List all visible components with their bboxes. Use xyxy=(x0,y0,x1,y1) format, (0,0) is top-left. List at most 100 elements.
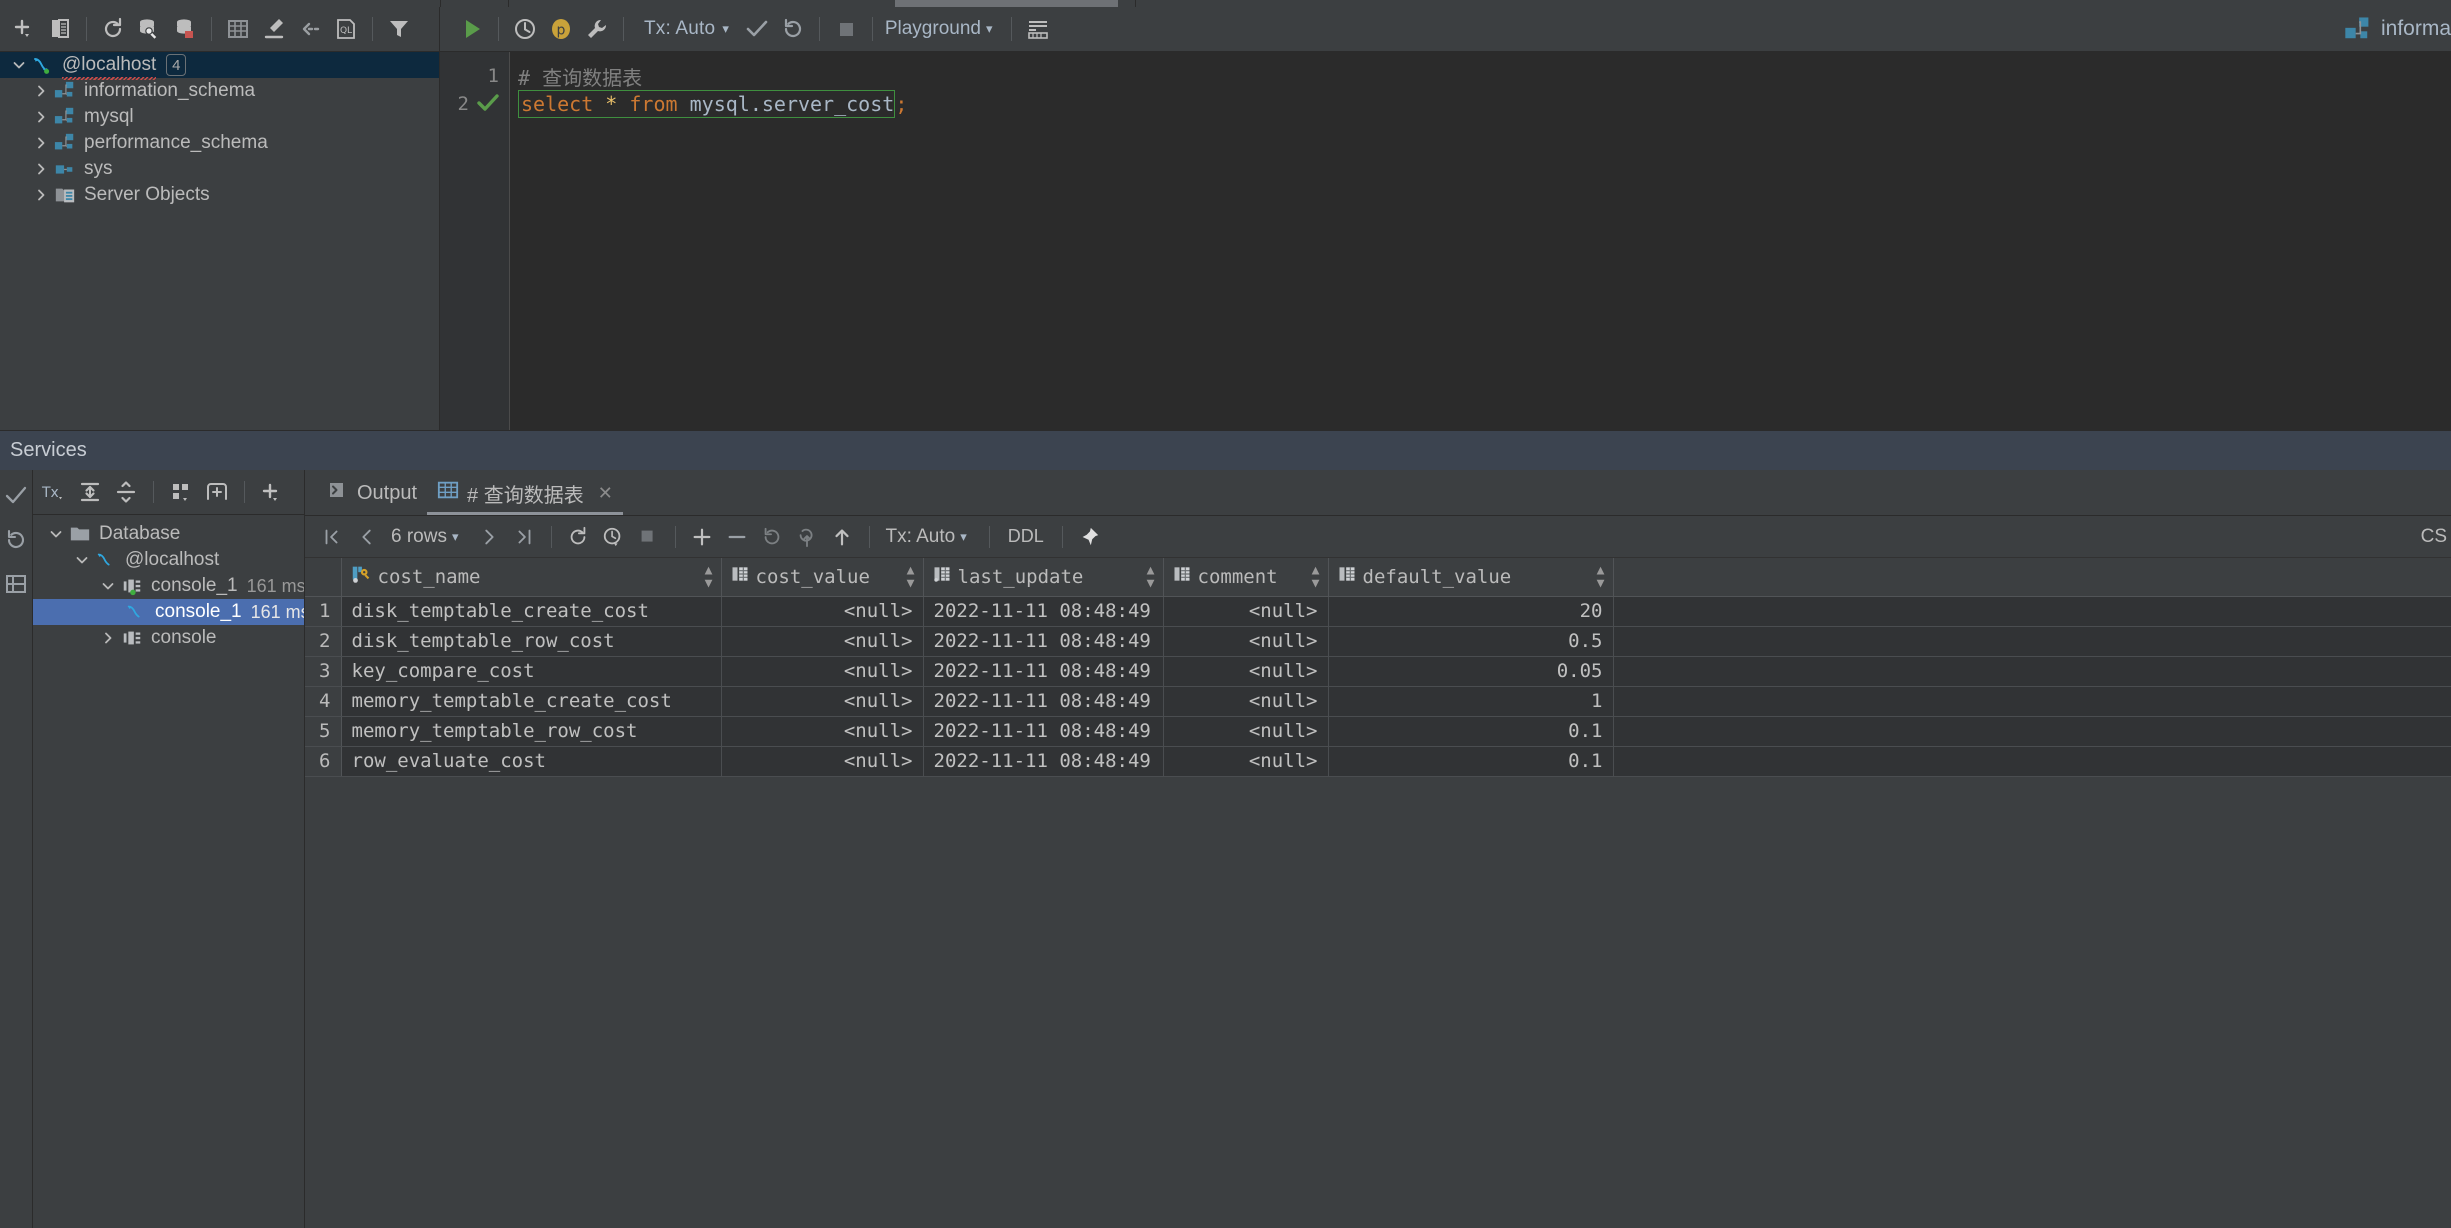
services-item-console[interactable]: console xyxy=(33,625,304,651)
jump-to-button[interactable] xyxy=(292,11,328,47)
services-item-database[interactable]: Database xyxy=(33,521,304,547)
pin-button[interactable] xyxy=(1073,520,1106,553)
output-format-button[interactable] xyxy=(1020,11,1056,47)
results-tx-selector[interactable]: Tx: Auto ▾ xyxy=(880,526,979,548)
tx-mode-button[interactable]: Tx xyxy=(37,475,71,509)
ddl-button[interactable]: DDL xyxy=(1000,526,1052,547)
cell-default-value[interactable]: 1 xyxy=(1328,686,1614,717)
table-row[interactable]: 5 memory_temptable_row_cost <null> 2022-… xyxy=(305,716,2451,747)
expand-all-button[interactable] xyxy=(73,475,107,509)
table-row[interactable]: 6 row_evaluate_cost <null> 2022-11-11 08… xyxy=(305,746,2451,777)
reload-button[interactable] xyxy=(562,520,595,553)
table-row[interactable]: 1 disk_temptable_create_cost <null> 2022… xyxy=(305,596,2451,627)
chevron-down-icon[interactable] xyxy=(71,552,93,568)
stop-button[interactable] xyxy=(828,11,864,47)
cell-cost-name[interactable]: row_evaluate_cost xyxy=(341,746,722,777)
cell-last-update[interactable]: 2022-11-11 08:48:49 xyxy=(923,686,1164,717)
add-new-button[interactable] xyxy=(6,11,42,47)
cell-default-value[interactable]: 0.5 xyxy=(1328,626,1614,657)
sort-indicator-icon[interactable]: ▲ ▼ xyxy=(705,564,713,590)
chevron-right-icon[interactable] xyxy=(30,135,52,151)
tree-item-performance-schema[interactable]: performance_schema xyxy=(0,130,439,156)
sort-indicator-icon[interactable]: ▲ ▼ xyxy=(1147,564,1155,590)
stop-results-button[interactable] xyxy=(632,520,665,553)
tree-item-server-objects[interactable]: Server Objects xyxy=(0,182,439,208)
cell-cost-value[interactable]: <null> xyxy=(721,746,924,777)
column-header-default-value[interactable]: default_value ▲ ▼ xyxy=(1328,558,1614,597)
cell-comment[interactable]: <null> xyxy=(1163,656,1329,687)
commit-rail-button[interactable] xyxy=(2,482,30,510)
group-by-button[interactable] xyxy=(164,475,198,509)
cell-default-value[interactable]: 0.1 xyxy=(1328,746,1614,777)
sql-editor[interactable]: 1 2 # 查询数据表 select * from mysql.server_c… xyxy=(440,52,2451,430)
last-page-button[interactable] xyxy=(508,520,541,553)
cell-last-update[interactable]: 2022-11-11 08:48:49 xyxy=(923,596,1164,627)
tree-item-localhost[interactable]: @localhost 4 xyxy=(0,52,439,80)
tx-mode-selector[interactable]: Tx: Auto ▾ xyxy=(632,12,739,46)
schema-selector[interactable]: Playground ▾ xyxy=(881,12,1003,46)
cell-cost-value[interactable]: <null> xyxy=(721,626,924,657)
sort-indicator-icon[interactable]: ▲ ▼ xyxy=(1597,564,1605,590)
cell-cost-value[interactable]: <null> xyxy=(721,716,924,747)
column-header-comment[interactable]: comment ▲ ▼ xyxy=(1163,558,1329,597)
rollback-button[interactable] xyxy=(775,11,811,47)
cell-default-value[interactable]: 0.1 xyxy=(1328,716,1614,747)
cell-cost-value[interactable]: <null> xyxy=(721,686,924,717)
query-time-button[interactable] xyxy=(597,520,630,553)
services-item-localhost[interactable]: @localhost xyxy=(33,547,304,573)
chevron-down-icon[interactable] xyxy=(8,57,30,73)
cell-cost-name[interactable]: memory_temptable_row_cost xyxy=(341,716,722,747)
next-page-button[interactable] xyxy=(473,520,506,553)
submit-button[interactable] xyxy=(826,520,859,553)
run-button[interactable] xyxy=(454,11,490,47)
profile-button[interactable]: p xyxy=(543,11,579,47)
results-grid-wrapper[interactable]: cost_name ▲ ▼ cost_value ▲ ▼ last_update… xyxy=(305,558,2451,1228)
cell-cost-name[interactable]: memory_temptable_create_cost xyxy=(341,686,722,717)
add-row-button[interactable] xyxy=(686,520,719,553)
editor-scroll-thumb[interactable] xyxy=(895,0,1118,7)
services-item-console-1[interactable]: console_1 161 ms xyxy=(33,599,304,625)
cell-last-update[interactable]: 2022-11-11 08:48:49 xyxy=(923,746,1164,777)
rollback-rail-button[interactable] xyxy=(2,526,30,554)
chevron-right-icon[interactable] xyxy=(30,83,52,99)
sort-indicator-icon[interactable]: ▲ ▼ xyxy=(907,564,915,590)
services-panel-header[interactable]: Services xyxy=(0,430,2451,470)
prev-page-button[interactable] xyxy=(350,520,383,553)
history-button[interactable] xyxy=(507,11,543,47)
results-grid[interactable]: cost_name ▲ ▼ cost_value ▲ ▼ last_update… xyxy=(305,558,2451,777)
layout-rail-button[interactable] xyxy=(2,570,30,598)
chevron-right-icon[interactable] xyxy=(30,109,52,125)
charset-label[interactable]: CS xyxy=(2421,526,2451,548)
commit-button[interactable] xyxy=(739,11,775,47)
chevron-down-icon[interactable] xyxy=(97,578,119,594)
table-row[interactable]: 2 disk_temptable_row_cost <null> 2022-11… xyxy=(305,626,2451,657)
cell-comment[interactable]: <null> xyxy=(1163,626,1329,657)
database-tools-button[interactable] xyxy=(131,11,167,47)
delete-row-button[interactable] xyxy=(721,520,754,553)
column-header-cost-name[interactable]: cost_name ▲ ▼ xyxy=(341,558,722,597)
tab-output[interactable]: Output xyxy=(319,471,427,515)
settings-button[interactable] xyxy=(579,11,615,47)
chevron-down-icon[interactable] xyxy=(45,526,67,542)
first-page-button[interactable] xyxy=(315,520,348,553)
close-icon[interactable]: ✕ xyxy=(598,483,613,504)
refresh-button[interactable] xyxy=(95,11,131,47)
cell-last-update[interactable]: 2022-11-11 08:48:49 xyxy=(923,626,1164,657)
column-header-cost-value[interactable]: cost_value ▲ ▼ xyxy=(721,558,924,597)
table-row[interactable]: 4 memory_temptable_create_cost <null> 20… xyxy=(305,686,2451,717)
query-console-button[interactable]: QL xyxy=(328,11,364,47)
cell-cost-value[interactable]: <null> xyxy=(721,656,924,687)
collapse-all-button[interactable] xyxy=(109,475,143,509)
cell-cost-name[interactable]: disk_temptable_row_cost xyxy=(341,626,722,657)
filter-button[interactable] xyxy=(381,11,417,47)
chevron-right-icon[interactable] xyxy=(30,187,52,203)
editor-code-area[interactable]: # 查询数据表 select * from mysql.server_cost; xyxy=(510,52,2451,430)
cell-cost-name[interactable]: key_compare_cost xyxy=(341,656,722,687)
duplicate-button[interactable] xyxy=(42,11,78,47)
tree-item-mysql[interactable]: mysql xyxy=(0,104,439,130)
column-header-last-update[interactable]: last_update ▲ ▼ xyxy=(923,558,1164,597)
cell-comment[interactable]: <null> xyxy=(1163,686,1329,717)
row-count-selector[interactable]: 6 rows ▾ xyxy=(385,526,471,548)
cell-comment[interactable]: <null> xyxy=(1163,716,1329,747)
table-editor-button[interactable] xyxy=(220,11,256,47)
